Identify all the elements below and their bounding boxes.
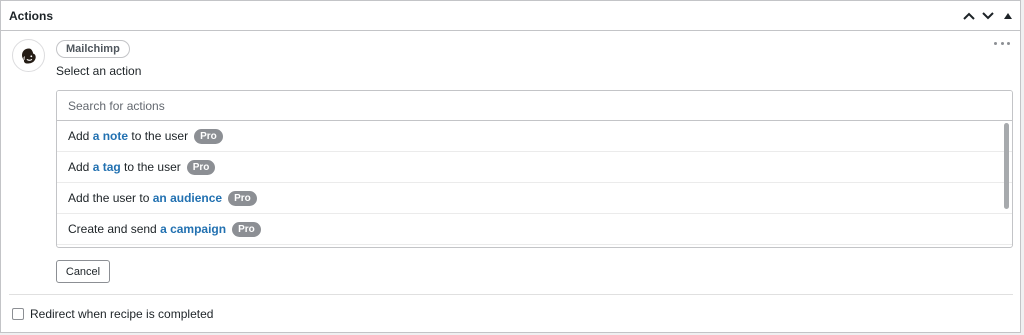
option-link: a campaign: [160, 222, 227, 236]
options-scrollbar[interactable]: [1004, 123, 1009, 209]
panel-header: Actions: [1, 1, 1020, 31]
option-add-note[interactable]: Add a note to the user Pro: [57, 121, 1012, 152]
option-text: Add: [68, 129, 93, 143]
search-box: [57, 91, 1012, 121]
mailchimp-logo-icon: [12, 39, 45, 72]
move-up-icon[interactable]: [960, 7, 978, 25]
actions-panel: Actions Mailchimp Select an action Add a…: [0, 0, 1021, 333]
redirect-checkbox[interactable]: [12, 308, 24, 320]
select-action-label: Select an action: [56, 64, 142, 78]
divider: [9, 294, 1013, 295]
option-text: Add: [68, 160, 93, 174]
redirect-row: Redirect when recipe is completed: [12, 307, 213, 321]
collapse-icon[interactable]: [999, 7, 1017, 25]
option-send-campaign[interactable]: Create and send a campaign Pro: [57, 214, 1012, 245]
options-list[interactable]: Add a note to the user Pro Add a tag to t…: [57, 121, 1012, 247]
move-down-icon[interactable]: [979, 7, 997, 25]
option-add-tag[interactable]: Add a tag to the user Pro: [57, 152, 1012, 183]
option-text: Add the user to: [68, 191, 153, 205]
pro-badge: Pro: [186, 159, 216, 175]
action-dropdown: Add a note to the user Pro Add a tag to t…: [56, 90, 1013, 248]
redirect-label: Redirect when recipe is completed: [30, 307, 214, 321]
panel-title: Actions: [9, 9, 54, 23]
pro-badge: Pro: [228, 190, 257, 206]
integration-badge: Mailchimp: [56, 40, 130, 58]
option-add-to-audience[interactable]: Add the user to an audience Pro: [57, 183, 1012, 214]
pro-badge: Pro: [194, 128, 223, 144]
search-input[interactable]: [57, 91, 1012, 120]
option-text: Create and send: [68, 222, 161, 236]
option-text: to the user: [120, 160, 181, 174]
more-options-icon[interactable]: [994, 38, 1010, 48]
cancel-button[interactable]: Cancel: [56, 260, 110, 283]
option-link: a note: [92, 129, 129, 143]
option-link: a tag: [92, 160, 121, 174]
option-link: an audience: [152, 191, 223, 205]
option-text: to the user: [128, 129, 189, 143]
pro-badge: Pro: [232, 221, 261, 237]
